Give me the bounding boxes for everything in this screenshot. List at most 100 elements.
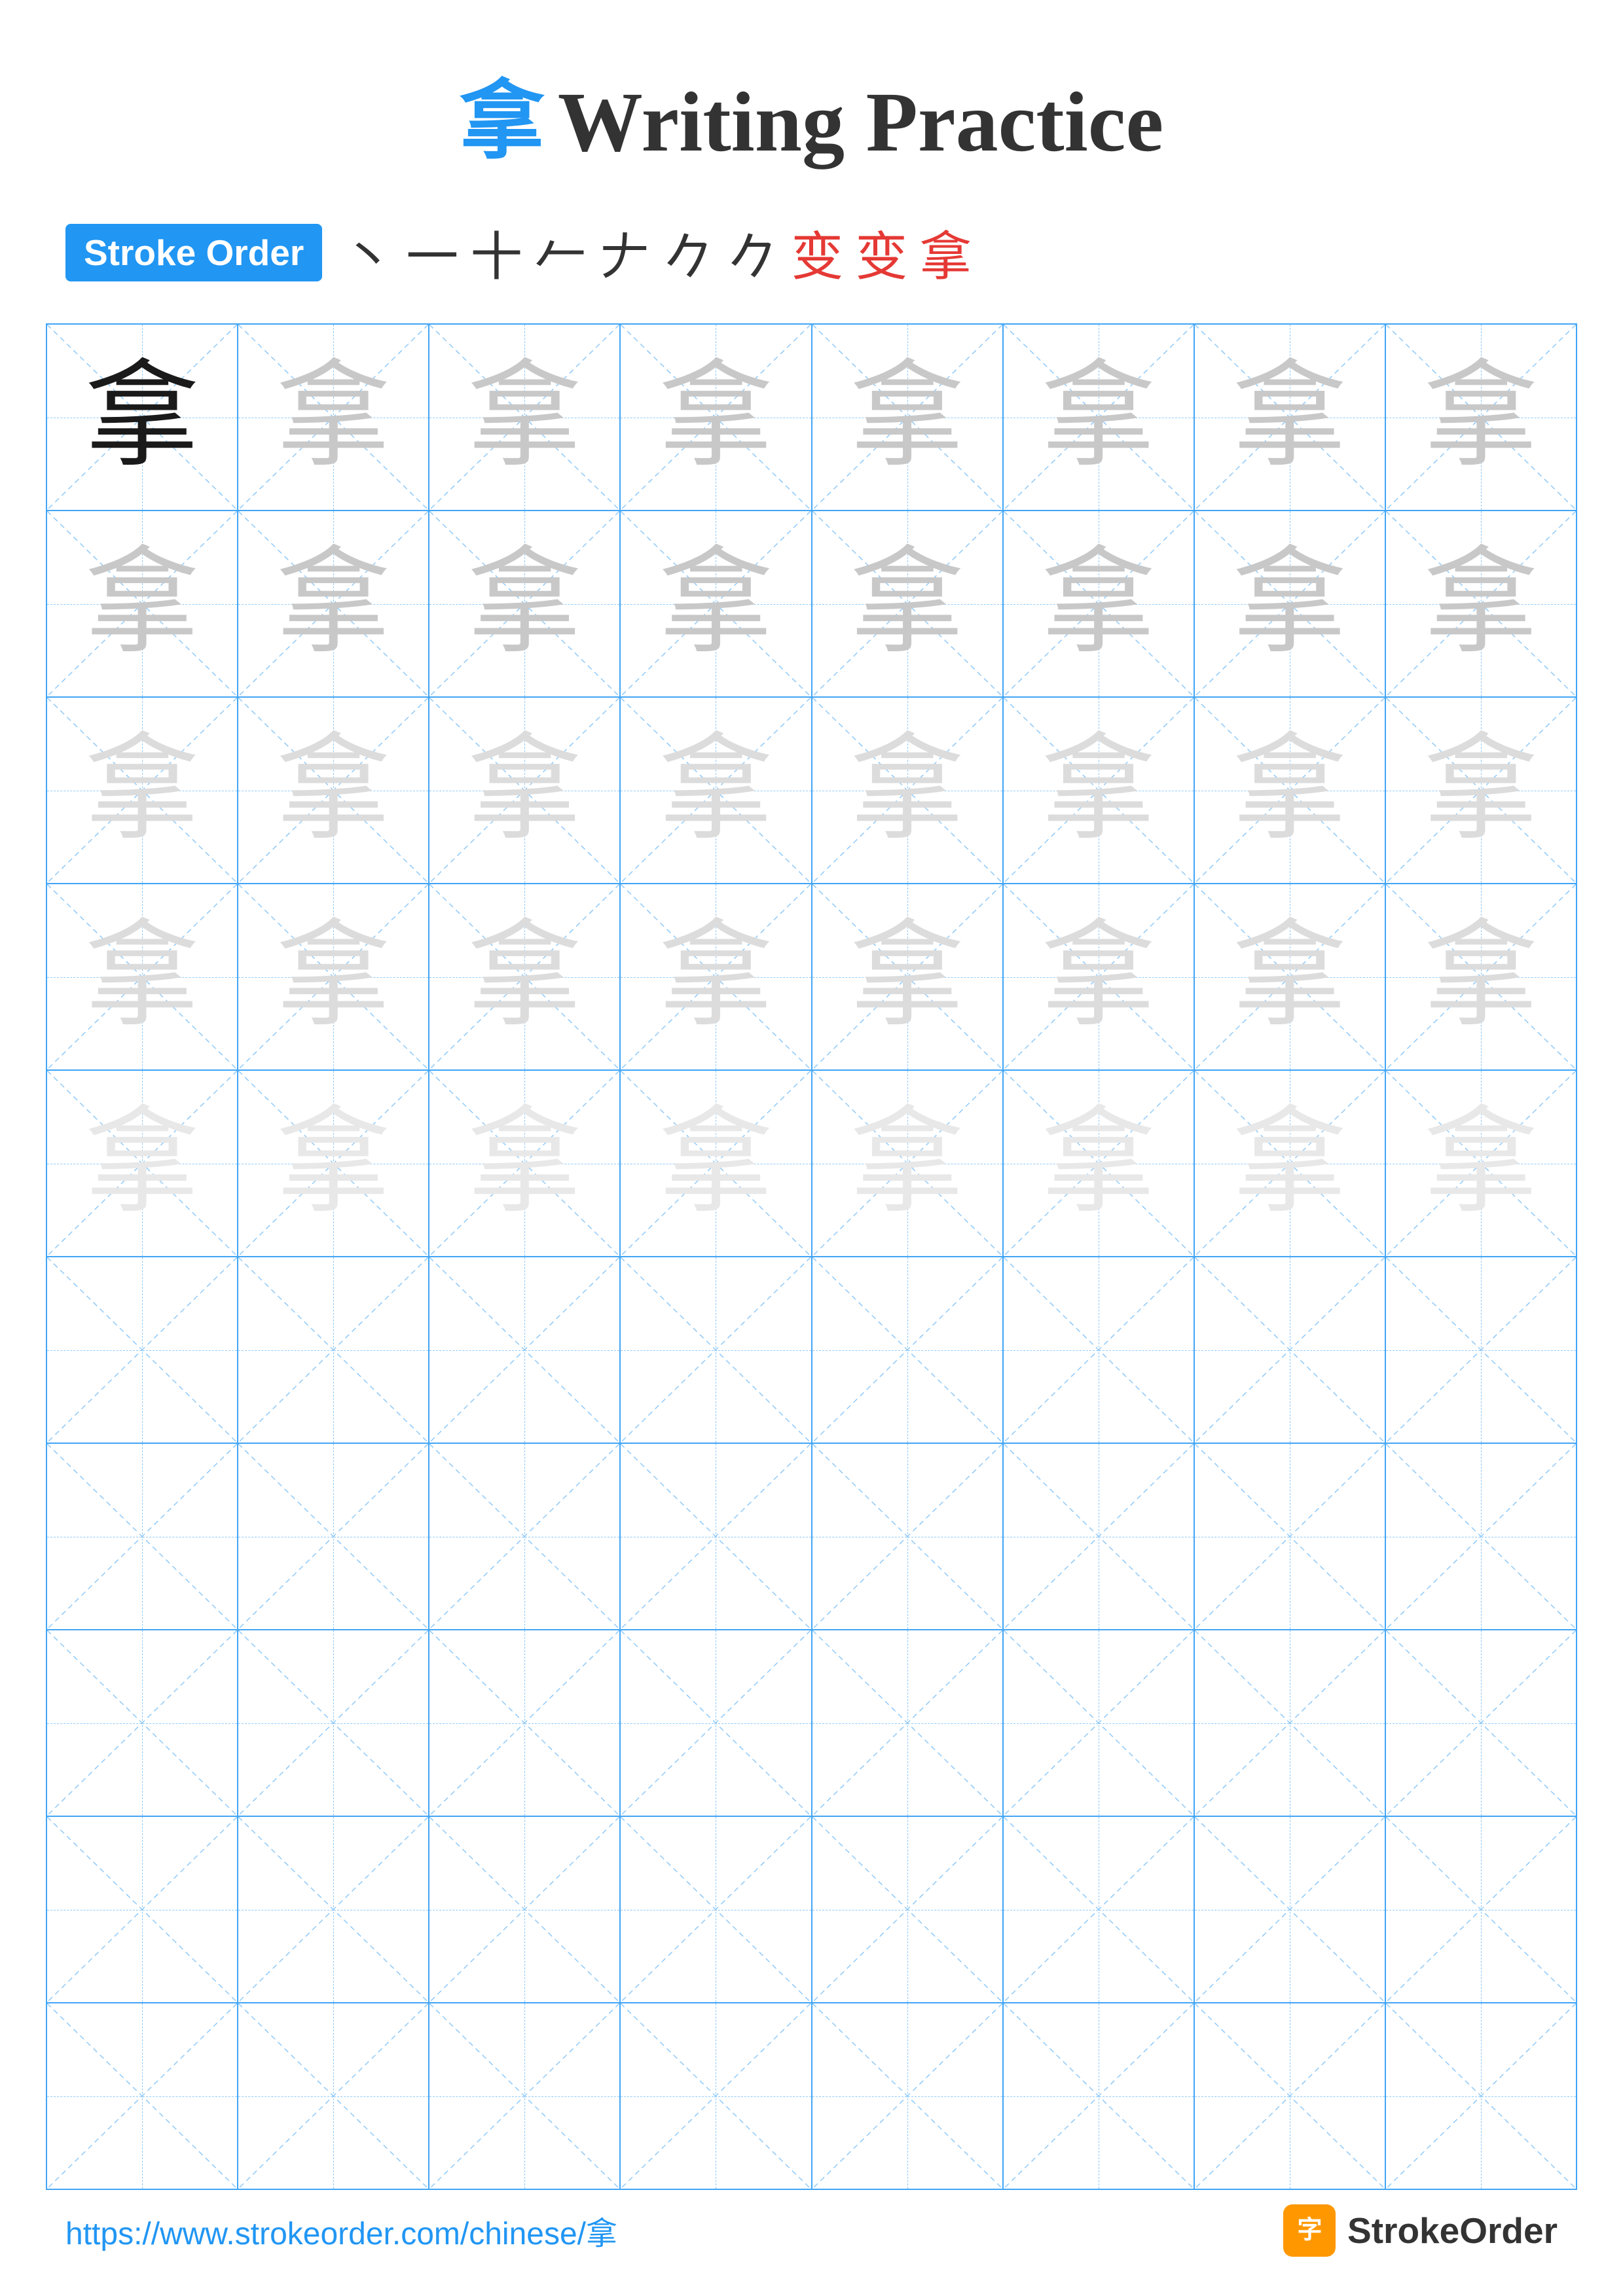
practice-cell-empty[interactable] <box>429 1257 620 1443</box>
practice-cell[interactable]: 拿 <box>812 324 1003 511</box>
practice-char: 拿 <box>1423 913 1538 1040</box>
practice-cell-empty[interactable] <box>620 1816 811 2003</box>
practice-cell[interactable]: 拿 <box>238 884 429 1070</box>
practice-cell-empty[interactable] <box>812 1443 1003 1630</box>
practice-cell-empty[interactable] <box>1385 2003 1577 2189</box>
practice-cell-empty[interactable] <box>1194 1816 1385 2003</box>
practice-cell[interactable]: 拿 <box>620 511 811 697</box>
practice-cell-empty[interactable] <box>812 2003 1003 2189</box>
practice-cell[interactable]: 拿 <box>1385 324 1577 511</box>
practice-cell-empty[interactable] <box>620 2003 811 2189</box>
practice-cell-empty[interactable] <box>620 1630 811 1816</box>
practice-cell-empty[interactable] <box>429 1816 620 2003</box>
practice-char: 拿 <box>276 1100 391 1227</box>
practice-cell[interactable]: 拿 <box>429 884 620 1070</box>
practice-cell-empty[interactable] <box>46 2003 238 2189</box>
practice-cell-empty[interactable] <box>620 1443 811 1630</box>
practice-cell[interactable]: 拿 <box>46 324 238 511</box>
stroke-char-2: 一 <box>406 215 458 291</box>
practice-cell[interactable]: 拿 <box>1385 1070 1577 1257</box>
practice-cell[interactable]: 拿 <box>1003 884 1194 1070</box>
practice-cell[interactable]: 拿 <box>429 511 620 697</box>
practice-cell-empty[interactable] <box>1194 1630 1385 1816</box>
practice-cell-empty[interactable] <box>1003 2003 1194 2189</box>
footer: https://www.strokeorder.com/chinese/拿 字 … <box>0 2204 1623 2257</box>
practice-cell[interactable]: 拿 <box>1194 884 1385 1070</box>
practice-cell[interactable]: 拿 <box>238 511 429 697</box>
practice-char: 拿 <box>276 913 391 1040</box>
title-text: Writing Practice <box>558 75 1163 170</box>
practice-cell-empty[interactable] <box>1003 1816 1194 2003</box>
practice-cell-empty[interactable] <box>238 1443 429 1630</box>
practice-cell[interactable]: 拿 <box>46 697 238 884</box>
practice-char: 拿 <box>850 353 964 480</box>
practice-cell-empty[interactable] <box>238 1630 429 1816</box>
practice-cell[interactable]: 拿 <box>238 324 429 511</box>
practice-cell-empty[interactable] <box>238 1257 429 1443</box>
practice-cell[interactable]: 拿 <box>812 884 1003 1070</box>
practice-cell-empty[interactable] <box>812 1630 1003 1816</box>
practice-char: 拿 <box>659 1100 773 1227</box>
practice-char: 拿 <box>1423 353 1538 480</box>
practice-cell[interactable]: 拿 <box>429 1070 620 1257</box>
table-row-empty <box>46 1816 1577 2003</box>
practice-cell[interactable]: 拿 <box>812 511 1003 697</box>
practice-cell[interactable]: 拿 <box>1385 884 1577 1070</box>
practice-cell-empty[interactable] <box>46 1443 238 1630</box>
practice-cell[interactable]: 拿 <box>620 324 811 511</box>
practice-cell-empty[interactable] <box>1194 1443 1385 1630</box>
practice-cell-empty[interactable] <box>238 2003 429 2189</box>
stroke-char-3: 十 <box>470 215 522 291</box>
practice-cell-empty[interactable] <box>46 1630 238 1816</box>
practice-cell-empty[interactable] <box>429 2003 620 2189</box>
practice-cell-empty[interactable] <box>46 1257 238 1443</box>
table-row: 拿 拿 拿 拿 拿 拿 拿 拿 <box>46 884 1577 1070</box>
practice-char: 拿 <box>85 353 200 480</box>
practice-cell-empty[interactable] <box>1194 2003 1385 2189</box>
practice-cell[interactable]: 拿 <box>620 884 811 1070</box>
footer-brand-name: StrokeOrder <box>1347 2210 1558 2251</box>
practice-cell[interactable]: 拿 <box>620 1070 811 1257</box>
practice-cell[interactable]: 拿 <box>1003 511 1194 697</box>
practice-cell-empty[interactable] <box>1194 1257 1385 1443</box>
practice-cell[interactable]: 拿 <box>1003 697 1194 884</box>
practice-cell[interactable]: 拿 <box>1194 324 1385 511</box>
practice-cell-empty[interactable] <box>1003 1257 1194 1443</box>
stroke-order-section: Stroke Order 丶 一 十 𠂉 𠂇 𠂊 𠂊 变 变 拿 <box>0 215 1623 291</box>
practice-cell-empty[interactable] <box>1385 1630 1577 1816</box>
practice-cell[interactable]: 拿 <box>1194 697 1385 884</box>
practice-cell-empty[interactable] <box>429 1630 620 1816</box>
practice-cell[interactable]: 拿 <box>429 324 620 511</box>
practice-cell-empty[interactable] <box>812 1257 1003 1443</box>
practice-cell[interactable]: 拿 <box>1003 1070 1194 1257</box>
practice-cell-empty[interactable] <box>1003 1630 1194 1816</box>
practice-cell-empty[interactable] <box>812 1816 1003 2003</box>
practice-cell-empty[interactable] <box>238 1816 429 2003</box>
practice-cell-empty[interactable] <box>429 1443 620 1630</box>
practice-cell[interactable]: 拿 <box>429 697 620 884</box>
practice-cell[interactable]: 拿 <box>46 1070 238 1257</box>
practice-cell[interactable]: 拿 <box>238 697 429 884</box>
practice-char: 拿 <box>467 726 582 853</box>
practice-cell[interactable]: 拿 <box>238 1070 429 1257</box>
practice-cell-empty[interactable] <box>46 1816 238 2003</box>
practice-cell-empty[interactable] <box>1385 1443 1577 1630</box>
practice-cell[interactable]: 拿 <box>1194 511 1385 697</box>
practice-cell[interactable]: 拿 <box>620 697 811 884</box>
practice-cell[interactable]: 拿 <box>1385 697 1577 884</box>
practice-cell-empty[interactable] <box>620 1257 811 1443</box>
practice-cell-empty[interactable] <box>1385 1816 1577 2003</box>
practice-cell[interactable]: 拿 <box>1003 324 1194 511</box>
practice-cell[interactable]: 拿 <box>1385 511 1577 697</box>
practice-char: 拿 <box>850 726 964 853</box>
practice-cell-empty[interactable] <box>1003 1443 1194 1630</box>
practice-cell-empty[interactable] <box>1385 1257 1577 1443</box>
practice-cell[interactable]: 拿 <box>1194 1070 1385 1257</box>
practice-cell[interactable]: 拿 <box>46 884 238 1070</box>
practice-grid: 拿 拿 拿 <box>46 323 1577 2190</box>
footer-url[interactable]: https://www.strokeorder.com/chinese/拿 <box>65 2208 617 2253</box>
practice-char: 拿 <box>850 540 964 667</box>
practice-cell[interactable]: 拿 <box>812 1070 1003 1257</box>
practice-cell[interactable]: 拿 <box>812 697 1003 884</box>
practice-cell[interactable]: 拿 <box>46 511 238 697</box>
